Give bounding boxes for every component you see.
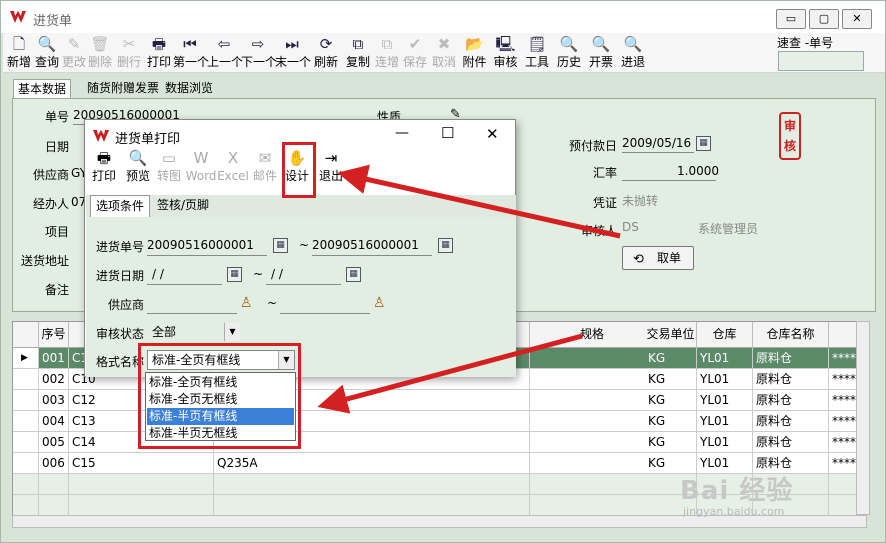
arrow-to-design [337,164,621,239]
annotation-arrows [317,164,621,414]
watermark-logo: Bai 经验 [680,476,794,506]
arrow-to-format [317,333,583,414]
watermark-url: jingyan.baidu.com [683,505,785,518]
